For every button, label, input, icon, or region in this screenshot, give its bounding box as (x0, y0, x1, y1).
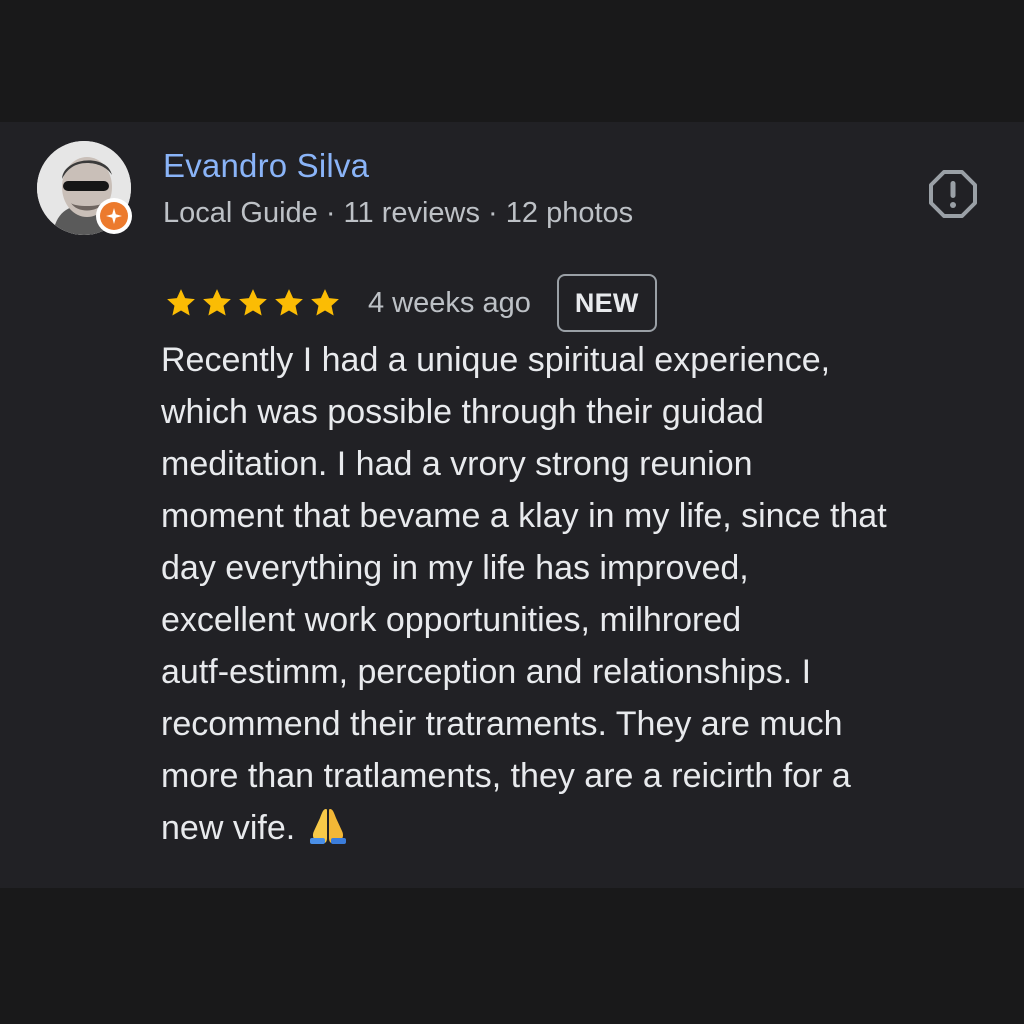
review-screen: Evandro Silva Local Guide · 11 reviews ·… (0, 0, 1024, 1024)
review-text-line: more than tratlaments, they are a reicir… (161, 757, 851, 795)
review-text-line: recommend their tratraments. They are mu… (161, 705, 843, 743)
review-text-line: Recently I had a unique spiritual experi… (161, 341, 831, 379)
reviewer-name[interactable]: Evandro Silva (163, 146, 369, 186)
folded-hands-icon (307, 805, 349, 860)
reviewer-meta: Local Guide · 11 reviews · 12 photos (163, 197, 634, 229)
review-text-line: meditation. I had a vrory strong reunion (161, 445, 753, 483)
review-text-line: day everything in my life has improved, (161, 549, 749, 587)
star-icon (167, 289, 195, 316)
local-guide-badge-icon (96, 198, 132, 234)
star-icon (311, 289, 339, 316)
new-badge: NEW (556, 274, 657, 332)
star-icon (275, 289, 303, 316)
review-text-line: autf-estimm, perception and relationship… (161, 653, 812, 691)
review-text-line: which was possible through their guidad (161, 393, 764, 431)
report-flag-icon[interactable] (927, 168, 979, 220)
star-icon (239, 289, 267, 316)
review-date: 4 weeks ago (368, 286, 531, 319)
rating-row: 4 weeks ago NEW (164, 272, 657, 334)
star-icon (203, 289, 231, 316)
review-text-line: excellent work opportunities, milhrored (161, 601, 742, 639)
star-rating (164, 286, 342, 320)
review-text: Recently I had a unique spiritual experi… (161, 334, 981, 860)
review-text-line: new vife. (161, 802, 981, 860)
review-text-line: moment that bevame a klay in my life, si… (161, 497, 887, 535)
